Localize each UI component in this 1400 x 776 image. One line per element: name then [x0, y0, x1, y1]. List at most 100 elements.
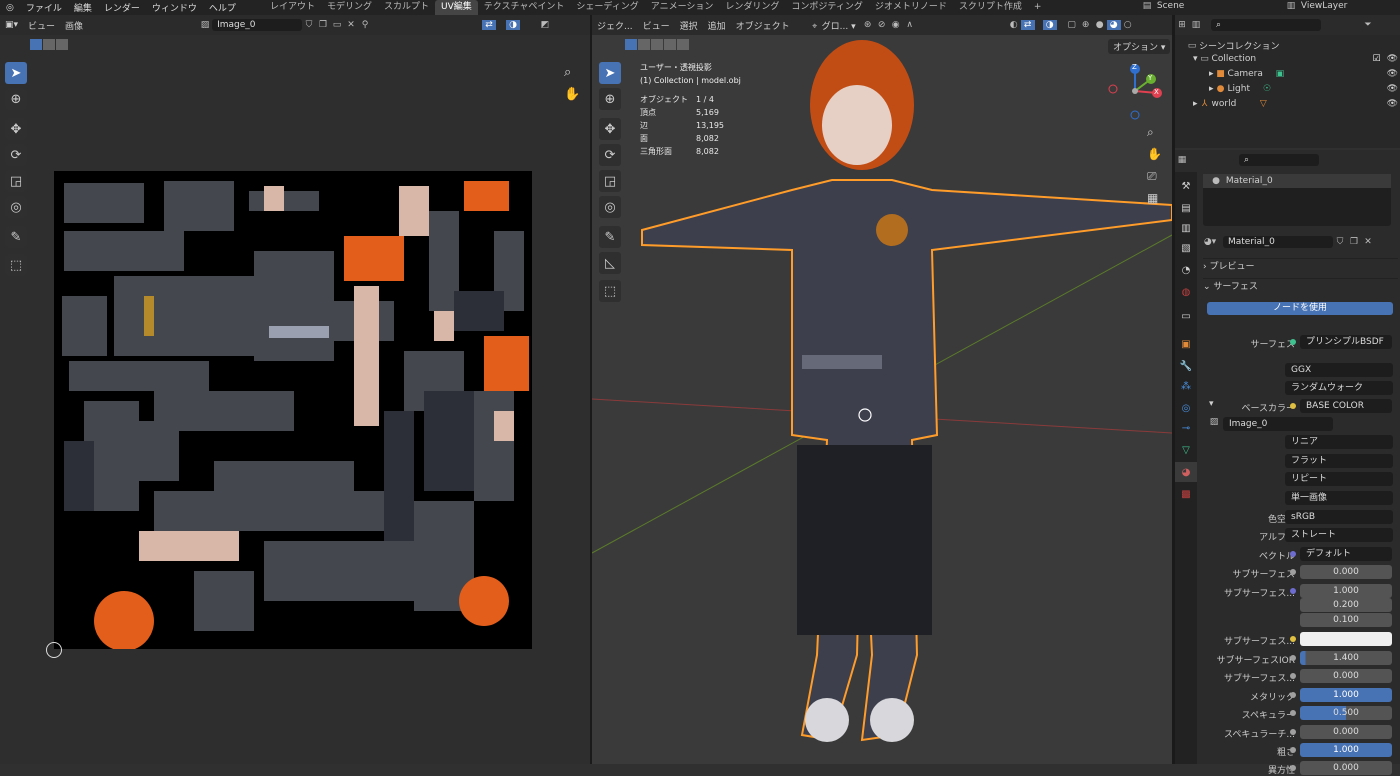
uv-sync-icon[interactable]: ⇄ [482, 20, 497, 30]
tab-layout[interactable]: レイアウト [264, 0, 321, 15]
pan-hand-icon[interactable]: ✋ [564, 87, 580, 102]
output-tab-icon[interactable]: ▥ [1175, 218, 1197, 238]
vp-transform-tool-icon[interactable]: ◎ [599, 196, 621, 218]
select-tool-icon[interactable]: ➤ [5, 62, 27, 84]
property-value-field[interactable]: 1.000 [1300, 743, 1392, 757]
close-icon[interactable]: ✕ [344, 20, 358, 30]
ortho-toggle-icon[interactable]: ▦ [1147, 191, 1158, 205]
eye-icon[interactable]: 👁 [1387, 84, 1398, 94]
property-value-field[interactable]: 0.000 [1300, 761, 1392, 775]
tab-geometry-nodes[interactable]: ジオメトリノード [869, 0, 953, 15]
surface-panel-header[interactable]: ⌄ サーフェス [1203, 278, 1398, 294]
scene-selector[interactable]: ▤ Scene [1140, 1, 1238, 14]
vp-zoom-icon[interactable]: ⌕ [1147, 125, 1154, 140]
tab-sculpt[interactable]: スカルプト [378, 0, 435, 15]
constraints-tab-icon[interactable]: ⊸ [1175, 418, 1197, 438]
editor-type-icon[interactable]: ▣▾ [0, 20, 23, 30]
tab-compositing[interactable]: コンポジティング [785, 0, 868, 15]
properties-editor-icon[interactable]: ▦ [1175, 155, 1189, 165]
socket-icon[interactable] [1290, 729, 1296, 735]
socket-icon[interactable] [1290, 403, 1296, 409]
socket-icon[interactable] [1290, 765, 1296, 771]
image-name-field[interactable]: Image_0 [212, 19, 303, 31]
outliner-item-camera[interactable]: ▸ ■ Camera ▣ 👁 [1209, 69, 1398, 79]
display-icon[interactable]: ◩ [538, 20, 552, 30]
property-value-field[interactable]: ストレート [1285, 528, 1393, 542]
property-value-field[interactable]: 1.000 [1300, 584, 1392, 598]
vp-add-cube-tool-icon[interactable]: ⬚ [599, 280, 621, 302]
rip-tool-icon[interactable]: ⬚ [5, 254, 27, 276]
eye-icon[interactable]: 👁 [1387, 69, 1398, 79]
material-tab-icon[interactable]: ◕ [1175, 462, 1197, 482]
vp-cursor-tool-icon[interactable]: ⊕ [599, 88, 621, 110]
tool-tab-icon[interactable]: ⚒ [1175, 176, 1197, 196]
socket-icon[interactable] [1290, 339, 1296, 345]
pin-icon[interactable]: ⚲ [358, 20, 372, 30]
collection-tab-icon[interactable]: ▭ [1175, 306, 1197, 326]
socket-icon[interactable] [1290, 551, 1296, 557]
folder-icon[interactable]: ▭ [330, 20, 344, 30]
outliner-item-light[interactable]: ▸ ● Light ☉ 👁 [1209, 84, 1398, 94]
modifier-tab-icon[interactable]: 🔧 [1175, 356, 1197, 376]
overlay-icon[interactable]: ◑ [506, 20, 521, 30]
particles-tab-icon[interactable]: ⁂ [1175, 376, 1197, 396]
socket-icon[interactable] [1290, 588, 1296, 594]
property-value-field[interactable]: sRGB [1285, 510, 1393, 524]
navigation-gizmo[interactable]: Z X Y [1105, 61, 1165, 121]
vp-pan-hand-icon[interactable]: ✋ [1147, 147, 1162, 161]
texture-tab-icon[interactable]: ▩ [1175, 484, 1197, 504]
annotate-tool-icon[interactable]: ✎ [5, 226, 27, 248]
socket-icon[interactable] [1290, 710, 1296, 716]
tab-scripting[interactable]: スクリプト作成 [953, 0, 1028, 15]
transform-tool-icon[interactable]: ◎ [5, 196, 27, 218]
data-tab-icon[interactable]: ▽ [1175, 440, 1197, 460]
menu-file[interactable]: ファイル [20, 1, 68, 14]
property-value-field[interactable] [1300, 632, 1392, 646]
tab-animation[interactable]: アニメーション [645, 0, 720, 15]
uv-menu-image[interactable]: 画像 [60, 19, 88, 32]
select-mode-subtract-icon[interactable] [56, 39, 68, 50]
use-nodes-button[interactable]: ノードを使用 [1207, 302, 1393, 315]
unlink-material-icon[interactable]: ✕ [1361, 237, 1375, 247]
base-color-expand-icon[interactable]: ▾ [1209, 399, 1214, 409]
object-tab-icon[interactable]: ▣ [1175, 334, 1197, 354]
select-mode-new-icon[interactable] [30, 39, 42, 50]
material-slot-list[interactable]: ● Material_0 [1203, 174, 1391, 226]
vp-move-tool-icon[interactable]: ✥ [599, 118, 621, 140]
image-browse-icon[interactable]: ▨ [1207, 417, 1221, 427]
socket-icon[interactable] [1290, 673, 1296, 679]
view-layer-tab-icon[interactable]: ▧ [1175, 238, 1197, 258]
property-value-field[interactable]: 0.100 [1300, 613, 1392, 627]
scene-collection-row[interactable]: ▭ シーンコレクション [1185, 39, 1280, 53]
socket-icon[interactable] [1290, 692, 1296, 698]
shield-icon[interactable]: ⛉ [302, 20, 316, 30]
property-value-field[interactable]: リニア [1285, 435, 1393, 449]
socket-icon[interactable] [1290, 655, 1296, 661]
duplicate-icon[interactable]: ❐ [316, 20, 330, 30]
menu-render[interactable]: レンダー [98, 1, 146, 14]
render-tab-icon[interactable]: ▤ [1175, 198, 1197, 218]
property-value-field[interactable]: 0.500 [1300, 706, 1392, 720]
material-name-field[interactable]: Material_0 [1223, 236, 1333, 248]
outliner-editor-icon[interactable]: ⊞ [1175, 20, 1189, 30]
socket-icon[interactable] [1290, 636, 1296, 642]
eye-icon[interactable]: 👁 [1387, 54, 1398, 64]
select-mode-extend-icon[interactable] [43, 39, 55, 50]
scene-tab-icon[interactable]: ◔ [1175, 260, 1197, 280]
property-value-field[interactable]: リピート [1285, 472, 1393, 486]
fake-user-icon[interactable]: ⛉ [1333, 237, 1347, 247]
rotate-tool-icon[interactable]: ⟳ [5, 144, 27, 166]
tab-modeling[interactable]: モデリング [321, 0, 378, 15]
property-value-field[interactable]: Image_0 [1223, 417, 1333, 431]
socket-icon[interactable] [1290, 747, 1296, 753]
property-value-field[interactable]: フラット [1285, 454, 1393, 468]
property-value-field[interactable]: 単一画像 [1285, 491, 1393, 505]
property-value-field[interactable]: プリンシプルBSDF [1300, 335, 1392, 349]
outliner-item-collection[interactable]: ▾ ▭ Collection ☑ 👁 [1193, 54, 1398, 64]
outliner-item-world[interactable]: ▸ ⅄ world ▽ 👁 [1193, 99, 1398, 109]
properties-editor[interactable]: ▦ ⌕ ⚒ ▤ ▥ ▧ ◔ ◍ ▭ ▣ 🔧 ⁂ ◎ ⊸ ▽ ◕ ▩ ● Mate… [1175, 150, 1400, 776]
socket-icon[interactable] [1290, 569, 1296, 575]
camera-view-icon[interactable]: ⎚ [1147, 169, 1157, 184]
outliner[interactable]: ⊞ ▥ ⌕ ⏷ ▭ シーンコレクション ▾ ▭ Collection ☑ 👁 ▸… [1175, 15, 1400, 148]
vp-rotate-tool-icon[interactable]: ⟳ [599, 144, 621, 166]
